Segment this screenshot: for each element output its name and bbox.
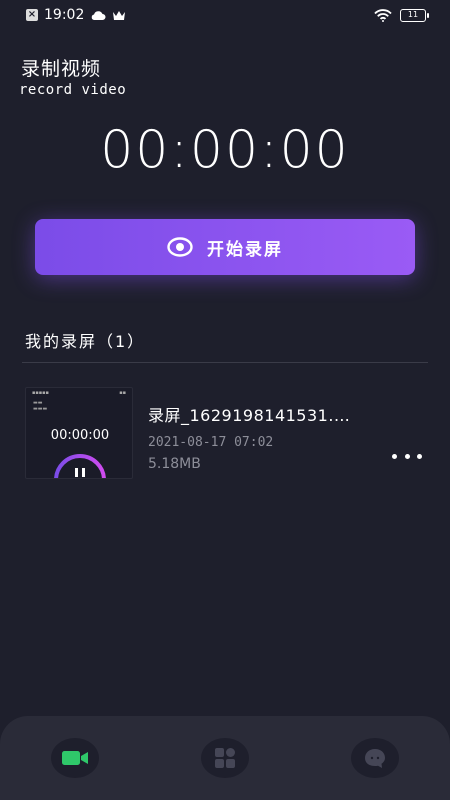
recording-size: 5.18MB	[148, 456, 201, 472]
eye-icon	[167, 237, 193, 257]
nav-item-apps[interactable]	[201, 738, 249, 778]
close-notification-icon: ×	[26, 9, 38, 21]
thumb-title-lines: ▬▬ ▬▬▬	[33, 400, 48, 412]
apps-grid-icon	[215, 748, 235, 768]
status-right: 11	[374, 8, 429, 22]
status-bar: × 19:02 11	[0, 0, 450, 30]
more-options-button[interactable]	[392, 446, 422, 466]
battery-icon: 11	[400, 8, 429, 22]
status-time: 19:02	[44, 7, 85, 23]
start-recording-button[interactable]: 开始录屏	[35, 219, 415, 275]
recording-name: 录屏_1629198141531.…	[148, 406, 351, 425]
recording-list-item[interactable]: ▪▪▪▪▪ ▪▪ ▬▬ ▬▬▬ 00:00:00 录屏_1629198141531…	[0, 380, 450, 480]
recording-timer: 00:00:00	[100, 120, 350, 180]
page-subtitle: record video	[19, 82, 127, 98]
thumb-pause-icon	[54, 454, 106, 478]
crown-icon	[113, 10, 126, 20]
chat-face-icon	[365, 749, 385, 768]
nav-item-profile[interactable]	[351, 738, 399, 778]
recording-date: 2021-08-17 07:02	[148, 435, 274, 450]
more-dot-icon	[404, 453, 410, 459]
cloud-icon	[92, 10, 106, 20]
more-dot-icon	[417, 453, 422, 459]
thumb-timer: 00:00:00	[50, 428, 110, 443]
start-recording-label: 开始录屏	[207, 239, 283, 260]
bottom-nav	[0, 716, 450, 800]
page-title: 录制视频	[21, 58, 102, 80]
recording-thumbnail[interactable]: ▪▪▪▪▪ ▪▪ ▬▬ ▬▬▬ 00:00:00	[25, 387, 133, 479]
status-left: × 19:02	[26, 7, 126, 23]
section-divider	[22, 362, 428, 363]
my-recordings-title: 我的录屏（1）	[25, 332, 146, 351]
thumb-status-dots-right: ▪▪	[119, 390, 126, 396]
more-dot-icon	[392, 453, 397, 459]
wifi-icon	[374, 8, 392, 22]
thumb-status-dots: ▪▪▪▪▪	[32, 390, 49, 396]
video-camera-icon	[62, 751, 88, 765]
nav-item-record[interactable]	[51, 738, 99, 778]
